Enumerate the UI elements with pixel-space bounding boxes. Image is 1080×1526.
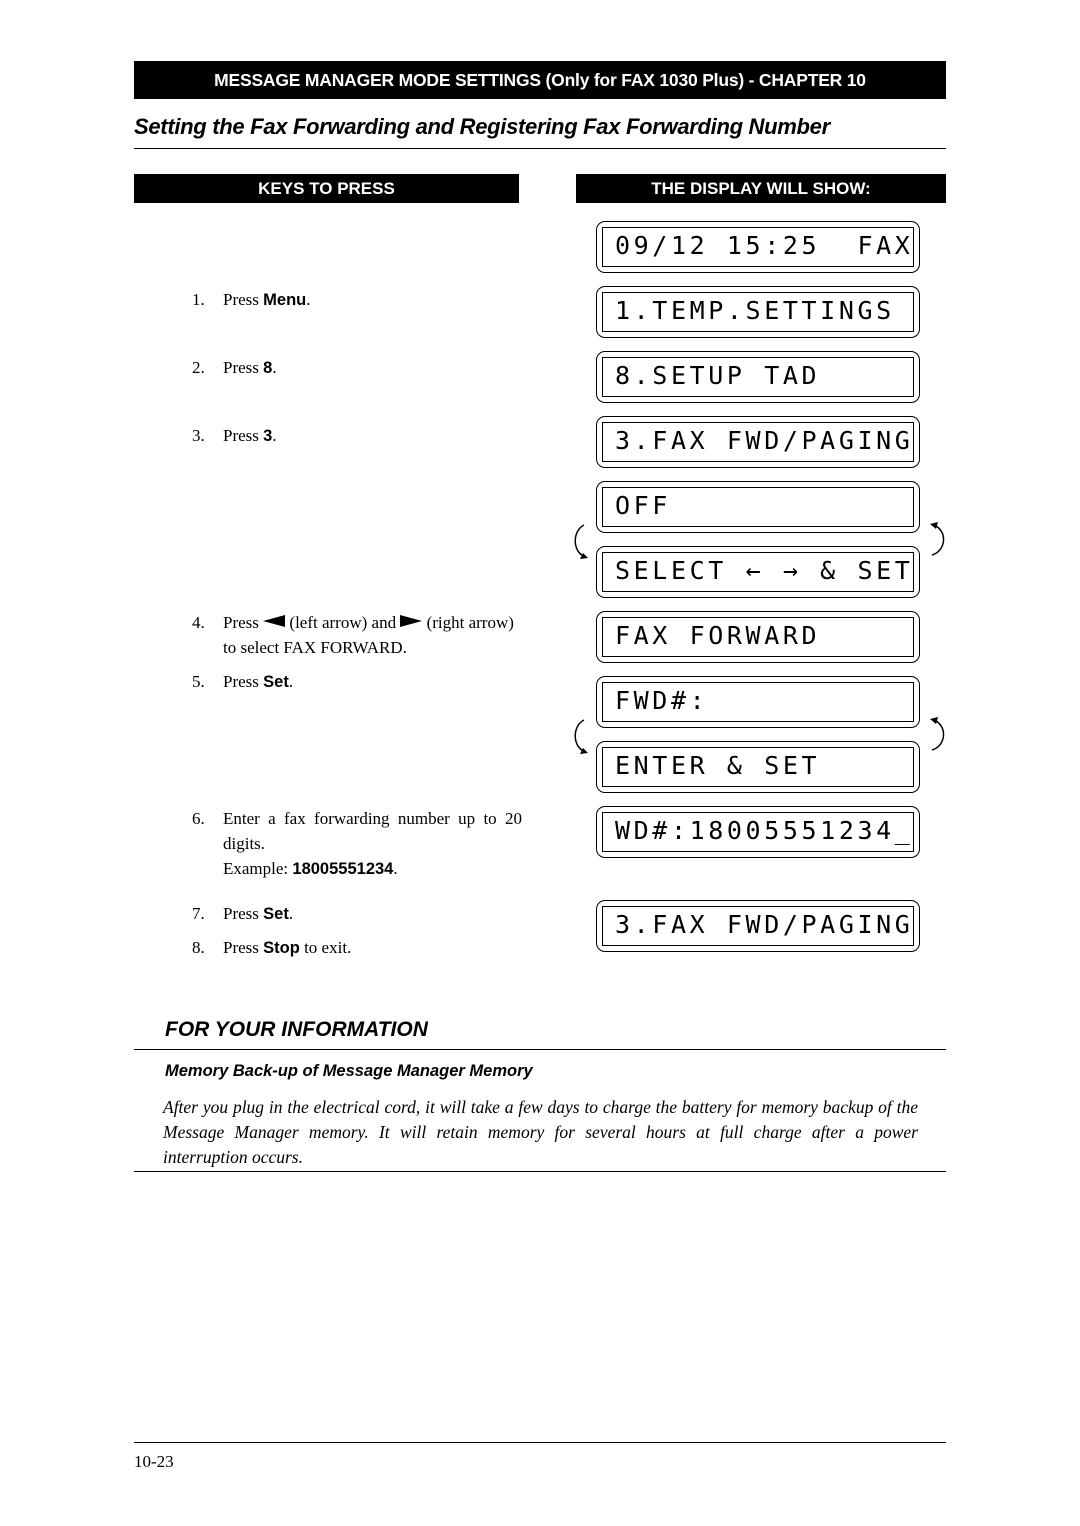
info-subtitle: Memory Back-up of Message Manager Memory [165,1062,533,1080]
step-4: 4. Press (left arrow) and (right arrow) … [192,610,522,660]
step-number: 2. [192,358,205,377]
lcd-text: FAX FORWARD [602,617,914,657]
lcd-display-fax-fwd-paging-final: 3.FAX FWD/PAGING [596,900,920,952]
lcd-text: 09/12 15:25 FAX [602,227,914,267]
step-8: 8. Press Stop to exit. [192,935,522,961]
example-label: Example: [223,859,293,878]
step-2: 2. Press 8. [192,355,522,381]
lcd-display-entered-number: WD#:18005551234_ [596,806,920,858]
lcd-display-select-set: SELECT ← → & SET [596,546,920,598]
page-title: Setting the Fax Forwarding and Registeri… [134,114,830,139]
lcd-text: ENTER & SET [602,747,914,787]
lcd-text: 1.TEMP.SETTINGS [602,292,914,332]
step-text: (left arrow) and [289,613,401,632]
step-number: 3. [192,426,205,445]
key-stop: Stop [263,939,300,957]
display-will-show-label: THE DISPLAY WILL SHOW: [651,178,871,198]
key-8: 8 [263,359,273,377]
step-number: 6. [192,809,205,828]
step-text: . [393,859,398,878]
step-number: 1. [192,290,205,309]
alternating-loop-left-icon [574,524,588,559]
lcd-display-date-time: 09/12 15:25 FAX [596,221,920,273]
lcd-display-temp-settings: 1.TEMP.SETTINGS [596,286,920,338]
chapter-header-text: MESSAGE MANAGER MODE SETTINGS (Only for … [214,69,866,90]
alternating-loop-right-icon [930,717,945,751]
step-text: . [288,904,294,923]
alternating-loop-left-icon [574,719,588,754]
step-text: Press [223,358,264,377]
info-divider-bottom [134,1171,946,1172]
lcd-display-fax-forward: FAX FORWARD [596,611,920,663]
key-menu: Menu [263,291,307,309]
lcd-display-setup-tad: 8.SETUP TAD [596,351,920,403]
lcd-display-fax-fwd-paging: 3.FAX FWD/PAGING [596,416,920,468]
step-text: Press [223,672,264,691]
lcd-text: FWD#: [602,682,914,722]
info-body-text: After you plug in the electrical cord, i… [163,1097,918,1167]
display-will-show-header: THE DISPLAY WILL SHOW: [576,174,946,203]
page-number: 10-23 [134,1452,174,1471]
key-set: Set [263,673,289,691]
example-number: 18005551234 [292,860,394,878]
step-7: 7. Press Set. [192,901,522,927]
step-1: 1. Press Menu. [192,287,522,313]
lcd-text: 3.FAX FWD/PAGING [602,906,914,946]
keys-to-press-header: KEYS TO PRESS [134,174,519,203]
right-arrow-key-icon [400,615,423,627]
footer-divider [134,1442,946,1443]
step-text: Enter a fax forwarding number up to 20 d… [223,809,522,853]
lcd-display-enter-set: ENTER & SET [596,741,920,793]
step-text: Press [223,904,264,923]
step-6: 6. Enter a fax forwarding number up to 2… [192,806,522,882]
step-text: . [306,290,311,309]
alternating-loop-right-icon [930,522,945,556]
step-text: Press [223,290,264,309]
lcd-display-fwd-number: FWD#: [596,676,920,728]
title-divider [134,148,946,149]
chapter-header-bar: MESSAGE MANAGER MODE SETTINGS (Only for … [134,61,946,99]
step-text: Press [223,938,264,957]
info-divider-top [134,1049,946,1050]
step-number: 7. [192,904,205,923]
keys-to-press-label: KEYS TO PRESS [258,178,395,198]
step-text: . [272,426,277,445]
step-3: 3. Press 3. [192,423,522,449]
step-text: . [272,358,277,377]
step-number: 4. [192,613,205,632]
lcd-text: SELECT ← → & SET [602,552,914,592]
key-set: Set [263,905,289,923]
step-number: 5. [192,672,205,691]
lcd-text: 3.FAX FWD/PAGING [602,422,914,462]
lcd-text: 8.SETUP TAD [602,357,914,397]
step-text: Press [223,426,264,445]
info-section-title: FOR YOUR INFORMATION [165,1018,428,1041]
left-arrow-key-icon [263,615,286,627]
step-text: to exit. [299,938,352,957]
step-text: Press [223,613,264,632]
step-text: . [288,672,294,691]
key-3: 3 [263,427,273,445]
step-5: 5. Press Set. [192,669,522,695]
lcd-display-off: OFF [596,481,920,533]
lcd-text: OFF [602,487,914,527]
step-number: 8. [192,938,205,957]
lcd-text: WD#:18005551234_ [602,812,914,852]
